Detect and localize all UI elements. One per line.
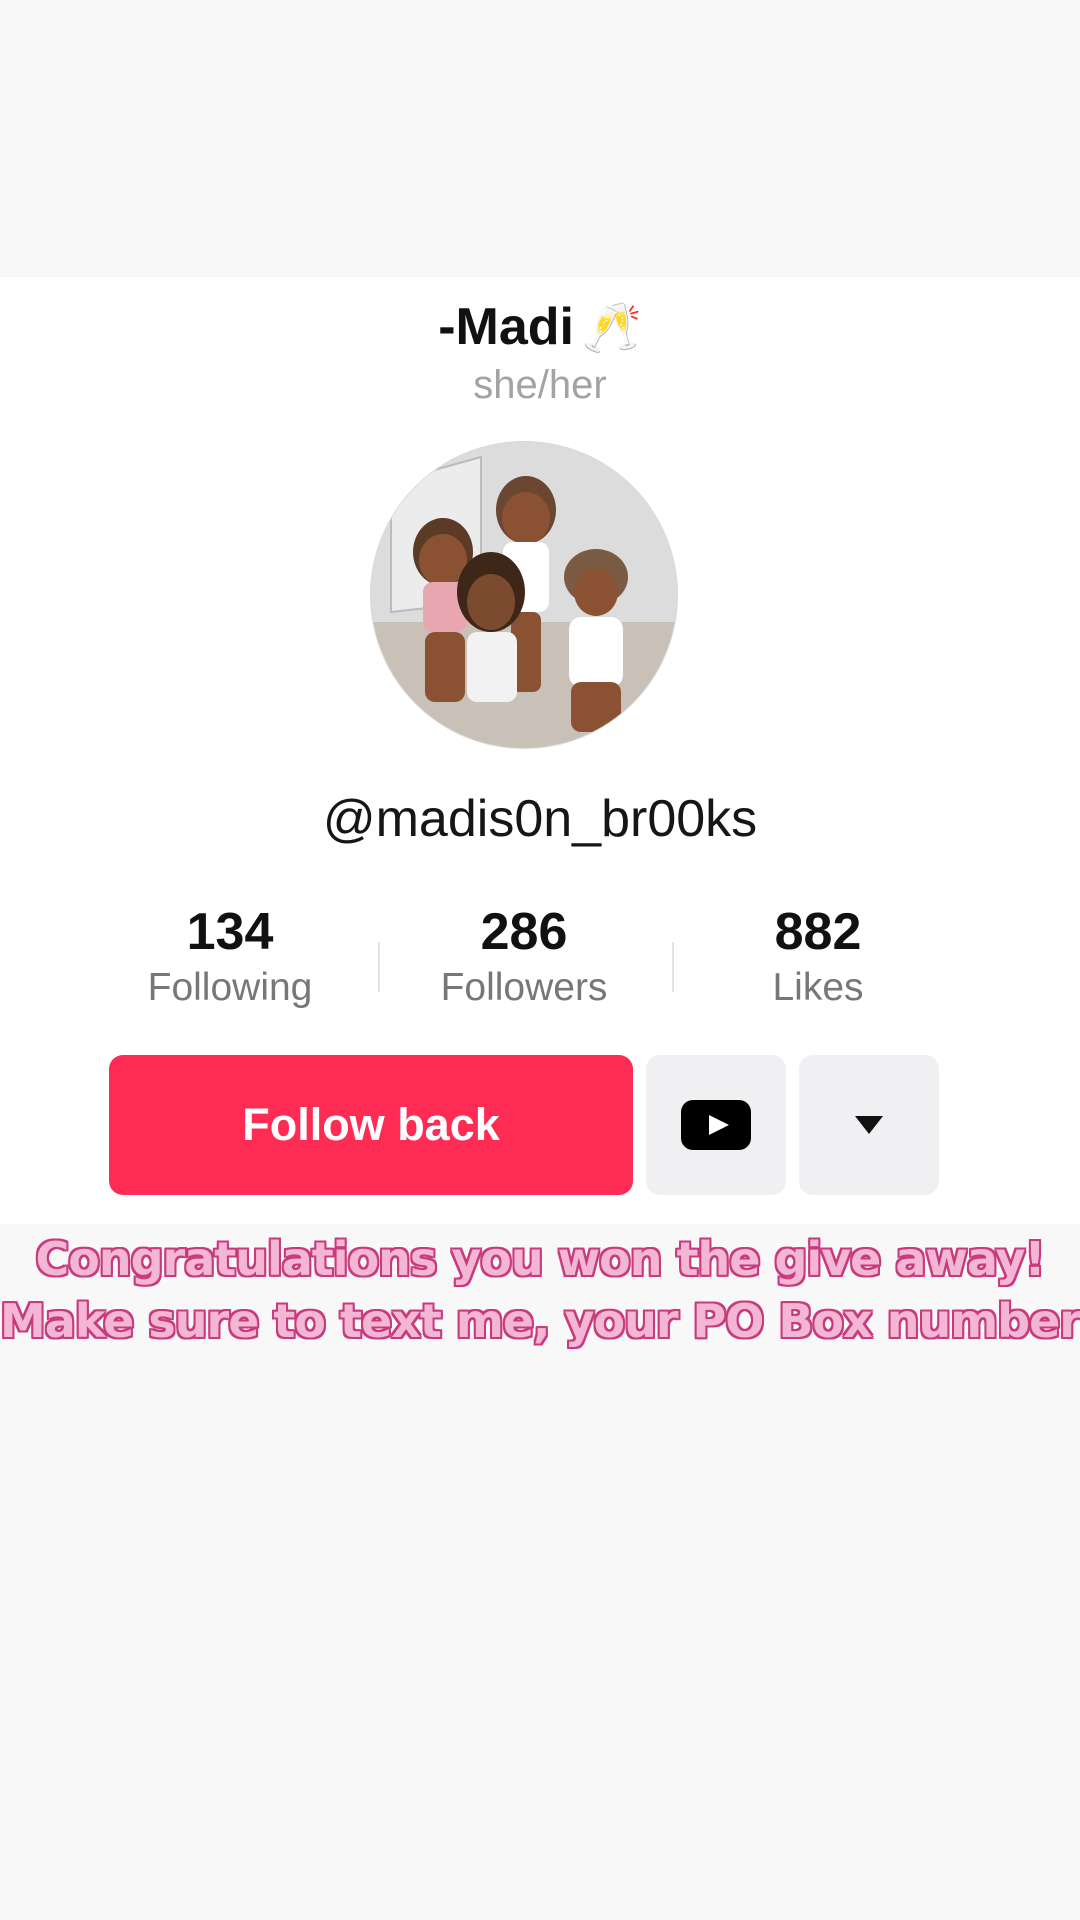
stat-divider [378, 942, 380, 992]
stat-following-value: 134 [186, 903, 274, 961]
display-name-row: -Madi 🥂 [0, 297, 1080, 357]
stats-row: 134 Following 286 Followers 882 Likes [0, 904, 1080, 1014]
display-name: -Madi [438, 298, 574, 356]
youtube-button[interactable] [646, 1055, 786, 1195]
stat-followers[interactable]: 286 Followers [404, 904, 644, 1014]
overlay-text-line-1: Congratulations you won the give away! [35, 1232, 1046, 1286]
youtube-icon [681, 1100, 751, 1150]
avatar-illustration [371, 442, 677, 748]
profile-card: -Madi 🥂 she/her @madis0n_br00ks 134 Foll… [0, 277, 1080, 1224]
stat-likes[interactable]: 882 Likes [698, 904, 938, 1014]
stat-likes-label: Likes [772, 966, 864, 1009]
stat-divider [672, 942, 674, 992]
overlay-text-line-2: Make sure to text me, your PO Box number… [0, 1294, 1080, 1348]
more-options-button[interactable] [799, 1055, 939, 1195]
stat-following[interactable]: 134 Following [110, 904, 350, 1014]
champagne-glasses-icon: 🥂 [582, 301, 642, 355]
follow-back-button[interactable]: Follow back [109, 1055, 633, 1195]
caret-down-icon [855, 1116, 883, 1134]
username: @madis0n_br00ks [322, 790, 758, 848]
stat-following-label: Following [147, 966, 313, 1009]
pronouns: she/her [473, 363, 607, 407]
avatar[interactable] [371, 442, 677, 748]
stat-followers-value: 286 [480, 903, 568, 961]
stat-likes-value: 882 [774, 903, 862, 961]
stat-followers-label: Followers [440, 966, 608, 1009]
